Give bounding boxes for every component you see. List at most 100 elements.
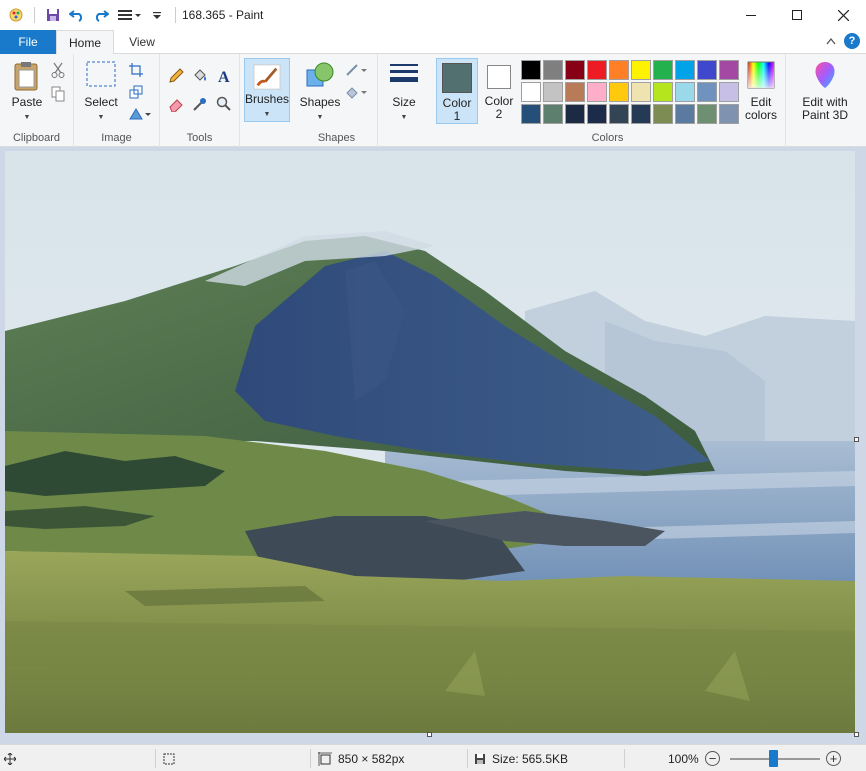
minimize-button[interactable] bbox=[728, 0, 774, 30]
fill-icon[interactable] bbox=[190, 66, 210, 86]
text-icon[interactable]: A bbox=[214, 66, 234, 86]
palette-swatch[interactable] bbox=[697, 104, 717, 124]
edit-colors-button[interactable]: Edit colors bbox=[740, 60, 782, 122]
shapes-button[interactable]: Shapes ▼ bbox=[300, 60, 340, 124]
palette-swatch[interactable] bbox=[609, 60, 629, 80]
palette-swatch[interactable] bbox=[521, 82, 541, 102]
palette-swatch[interactable] bbox=[631, 82, 651, 102]
title-bar: 168.365 - Paint bbox=[0, 0, 866, 30]
redo-icon[interactable] bbox=[91, 5, 111, 25]
color2-button[interactable]: Color 2 bbox=[480, 62, 518, 121]
tools-group-label: Tools bbox=[186, 132, 213, 144]
palette-swatch[interactable] bbox=[543, 60, 563, 80]
pencil-icon[interactable] bbox=[166, 66, 186, 86]
copy-icon[interactable] bbox=[48, 84, 68, 104]
shapes-group-label: Shapes bbox=[317, 132, 356, 144]
image-dimensions: 850 × 582px bbox=[318, 745, 404, 771]
cursor-position-icon bbox=[4, 752, 16, 765]
palette-swatch[interactable] bbox=[543, 104, 563, 124]
palette-swatch[interactable] bbox=[675, 60, 695, 80]
palette-swatch[interactable] bbox=[631, 104, 651, 124]
palette-swatch[interactable] bbox=[609, 104, 629, 124]
palette-swatch[interactable] bbox=[653, 60, 673, 80]
paint-app-icon[interactable] bbox=[6, 5, 26, 25]
zoom-in-button[interactable]: + bbox=[826, 751, 841, 766]
close-button[interactable] bbox=[820, 0, 866, 30]
select-caret-icon: ▼ bbox=[97, 114, 105, 121]
palette-swatch[interactable] bbox=[697, 60, 717, 80]
color2-swatch bbox=[487, 65, 511, 89]
collapse-ribbon-icon[interactable] bbox=[826, 34, 836, 48]
palette-swatch[interactable] bbox=[565, 82, 585, 102]
palette-swatch[interactable] bbox=[587, 82, 607, 102]
size-icon bbox=[390, 64, 418, 82]
color1-button[interactable]: Color 1 bbox=[436, 58, 478, 124]
palette-swatch[interactable] bbox=[653, 104, 673, 124]
clipboard-group: Paste ▼ Clipboard bbox=[0, 54, 74, 147]
customize-menu-icon[interactable] bbox=[115, 5, 143, 25]
zoom-slider-thumb[interactable] bbox=[769, 750, 778, 767]
palette-swatch[interactable] bbox=[587, 60, 607, 80]
resize-handle-bottom[interactable] bbox=[427, 732, 432, 737]
eraser-icon[interactable] bbox=[166, 94, 186, 114]
paste-button[interactable]: Paste ▼ bbox=[6, 60, 48, 124]
palette-swatch[interactable] bbox=[609, 82, 629, 102]
magnifier-icon[interactable] bbox=[214, 94, 234, 114]
palette-swatch[interactable] bbox=[565, 104, 585, 124]
shapes-icon bbox=[306, 62, 334, 87]
tab-home[interactable]: Home bbox=[56, 30, 114, 55]
palette-swatch[interactable] bbox=[697, 82, 717, 102]
tools-group: A Tools bbox=[160, 54, 240, 147]
palette-swatch[interactable] bbox=[521, 60, 541, 80]
paint3d-group: Edit with Paint 3D bbox=[786, 54, 866, 147]
selection-size bbox=[162, 745, 176, 771]
shapes-group: Shapes ▼ Shapes bbox=[296, 54, 378, 147]
shapes-label: Shapes bbox=[299, 95, 341, 109]
resize-handle-right[interactable] bbox=[854, 437, 859, 442]
tab-view[interactable]: View bbox=[114, 30, 170, 54]
palette-swatch[interactable] bbox=[631, 60, 651, 80]
size-button[interactable]: Size ▼ bbox=[384, 60, 424, 124]
help-icon[interactable]: ? bbox=[844, 33, 860, 49]
rotate-icon[interactable] bbox=[126, 104, 154, 124]
drawing-canvas[interactable] bbox=[5, 151, 855, 733]
palette-swatch[interactable] bbox=[653, 82, 673, 102]
palette-swatch[interactable] bbox=[719, 82, 739, 102]
quick-access-toolbar bbox=[0, 0, 180, 30]
palette-swatch[interactable] bbox=[675, 104, 695, 124]
resize-icon[interactable] bbox=[126, 82, 146, 102]
canvas-workspace bbox=[0, 147, 866, 744]
palette-swatch[interactable] bbox=[719, 104, 739, 124]
brushes-caret-icon: ▼ bbox=[263, 111, 271, 118]
brushes-button[interactable]: Brushes ▼ bbox=[244, 58, 290, 122]
status-divider-2 bbox=[310, 749, 311, 768]
palette-swatch[interactable] bbox=[565, 60, 585, 80]
paint3d-icon bbox=[815, 62, 835, 88]
palette-swatch[interactable] bbox=[719, 60, 739, 80]
zoom-out-button[interactable]: − bbox=[705, 751, 720, 766]
palette-swatch[interactable] bbox=[543, 82, 563, 102]
qat-divider bbox=[34, 7, 35, 23]
palette-swatch[interactable] bbox=[587, 104, 607, 124]
paste-caret-icon: ▼ bbox=[23, 114, 31, 121]
edit-with-paint3d-button[interactable]: Edit with Paint 3D bbox=[792, 60, 858, 122]
save-icon[interactable] bbox=[43, 5, 63, 25]
maximize-button[interactable] bbox=[774, 0, 820, 30]
shape-fill-icon[interactable] bbox=[344, 82, 370, 102]
zoom-level: 100% bbox=[668, 745, 699, 771]
palette-swatch[interactable] bbox=[675, 82, 695, 102]
undo-icon[interactable] bbox=[67, 5, 87, 25]
palette-swatch[interactable] bbox=[521, 104, 541, 124]
qat-dropdown-icon[interactable] bbox=[147, 5, 167, 25]
selection-size-icon bbox=[163, 753, 175, 764]
resize-handle-corner[interactable] bbox=[854, 732, 859, 737]
color2-label-line2: 2 bbox=[495, 107, 503, 121]
outline-icon[interactable] bbox=[344, 60, 370, 80]
cut-icon[interactable] bbox=[48, 60, 68, 80]
tab-file[interactable]: File bbox=[0, 30, 56, 54]
select-button[interactable]: Select ▼ bbox=[82, 60, 120, 124]
edit-colors-label-line2: colors bbox=[744, 108, 777, 122]
file-size-text: Size: 565.5KB bbox=[492, 751, 569, 766]
color-picker-icon[interactable] bbox=[190, 94, 210, 114]
crop-icon[interactable] bbox=[126, 60, 146, 80]
